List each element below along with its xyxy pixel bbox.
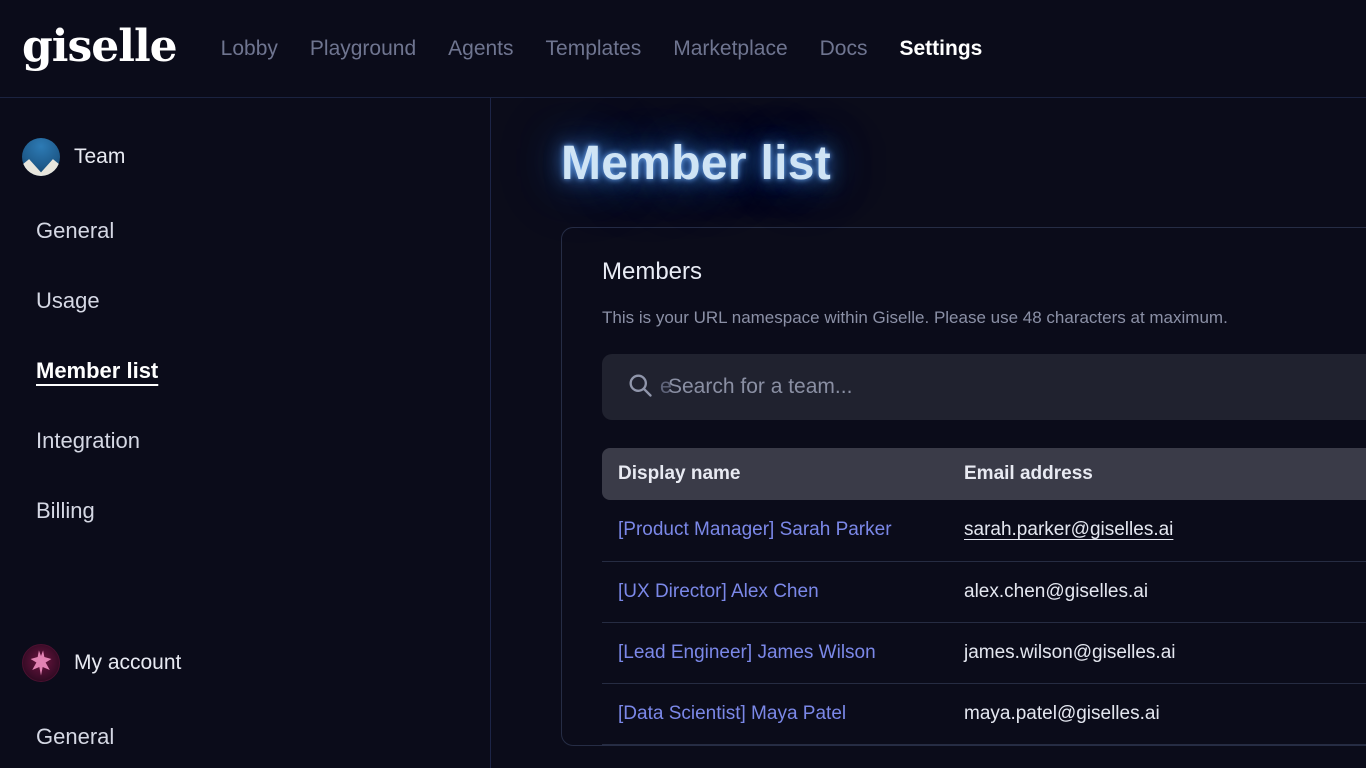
page-title: Member list bbox=[561, 137, 832, 190]
search-input[interactable]: Search for a team... bbox=[602, 354, 1366, 420]
search-placeholder-text: Search for a team... bbox=[660, 375, 852, 399]
nav-item-docs[interactable]: Docs bbox=[804, 37, 884, 61]
top-navigation-bar: giselle Lobby Playground Agents Template… bbox=[0, 0, 1366, 98]
member-display-name[interactable]: [Data Scientist] Maya Patel bbox=[602, 683, 948, 745]
member-email[interactable]: sarah.parker@giselles.ai bbox=[948, 500, 1366, 562]
sidebar-team-header[interactable]: Team bbox=[22, 138, 490, 176]
column-header-display-name[interactable]: Display name bbox=[602, 448, 948, 500]
sidebar-item-member-list[interactable]: Member list bbox=[22, 358, 158, 384]
sidebar-team-items: General Usage Member list Integration Bi… bbox=[22, 218, 490, 568]
main-content: Member list Members This is your URL nam… bbox=[491, 98, 1366, 768]
member-display-name[interactable]: [Lead Engineer] James Wilson bbox=[602, 622, 948, 684]
members-table: Display name Email address [Product Mana… bbox=[602, 448, 1366, 745]
search-icon bbox=[626, 371, 654, 404]
sidebar-item-integration[interactable]: Integration bbox=[22, 428, 140, 454]
members-table-body: [Product Manager] Sarah Parker sarah.par… bbox=[602, 500, 1366, 745]
table-header-row: Display name Email address bbox=[602, 448, 1366, 500]
brand-logo[interactable]: giselle bbox=[22, 24, 178, 69]
sidebar-team-label: Team bbox=[74, 145, 126, 168]
sidebar-account-label: My account bbox=[74, 651, 182, 674]
sidebar-account-header[interactable]: My account bbox=[22, 644, 490, 682]
member-email[interactable]: maya.patel@giselles.ai bbox=[948, 683, 1366, 745]
member-email[interactable]: alex.chen@giselles.ai bbox=[948, 561, 1366, 623]
nav-item-marketplace[interactable]: Marketplace bbox=[657, 37, 803, 61]
account-avatar-icon bbox=[22, 644, 60, 682]
members-card: Members This is your URL namespace withi… bbox=[561, 227, 1366, 746]
primary-nav-links: Lobby Playground Agents Templates Market… bbox=[205, 37, 999, 61]
table-row[interactable]: [Lead Engineer] James Wilson james.wilso… bbox=[602, 622, 1366, 684]
sidebar-item-billing[interactable]: Billing bbox=[22, 498, 95, 524]
member-display-name[interactable]: [Product Manager] Sarah Parker bbox=[602, 500, 948, 562]
page-body: Team General Usage Member list Integrati… bbox=[0, 98, 1366, 768]
sidebar-item-usage[interactable]: Usage bbox=[22, 288, 100, 314]
nav-item-templates[interactable]: Templates bbox=[530, 37, 658, 61]
table-row[interactable]: [Product Manager] Sarah Parker sarah.par… bbox=[602, 500, 1366, 562]
members-table-head: Display name Email address bbox=[602, 448, 1366, 500]
nav-item-agents[interactable]: Agents bbox=[432, 37, 529, 61]
member-email[interactable]: james.wilson@giselles.ai bbox=[948, 622, 1366, 684]
sidebar-item-account-general[interactable]: General bbox=[22, 724, 114, 750]
column-header-email-address[interactable]: Email address bbox=[948, 448, 1366, 500]
nav-item-settings[interactable]: Settings bbox=[884, 37, 999, 61]
members-card-title: Members bbox=[602, 258, 703, 285]
nav-item-lobby[interactable]: Lobby bbox=[205, 37, 294, 61]
sidebar-divider-gap bbox=[22, 568, 490, 644]
sidebar-item-general[interactable]: General bbox=[22, 218, 114, 244]
settings-sidebar: Team General Usage Member list Integrati… bbox=[0, 98, 491, 768]
table-row[interactable]: [Data Scientist] Maya Patel maya.patel@g… bbox=[602, 683, 1366, 745]
nav-item-playground[interactable]: Playground bbox=[294, 37, 432, 61]
sidebar-account-items: General Authentication bbox=[22, 724, 490, 768]
members-card-description: This is your URL namespace within Gisell… bbox=[602, 308, 1228, 327]
table-row[interactable]: [UX Director] Alex Chen alex.chen@gisell… bbox=[602, 561, 1366, 623]
team-avatar-icon bbox=[22, 138, 60, 176]
member-display-name[interactable]: [UX Director] Alex Chen bbox=[602, 561, 948, 623]
